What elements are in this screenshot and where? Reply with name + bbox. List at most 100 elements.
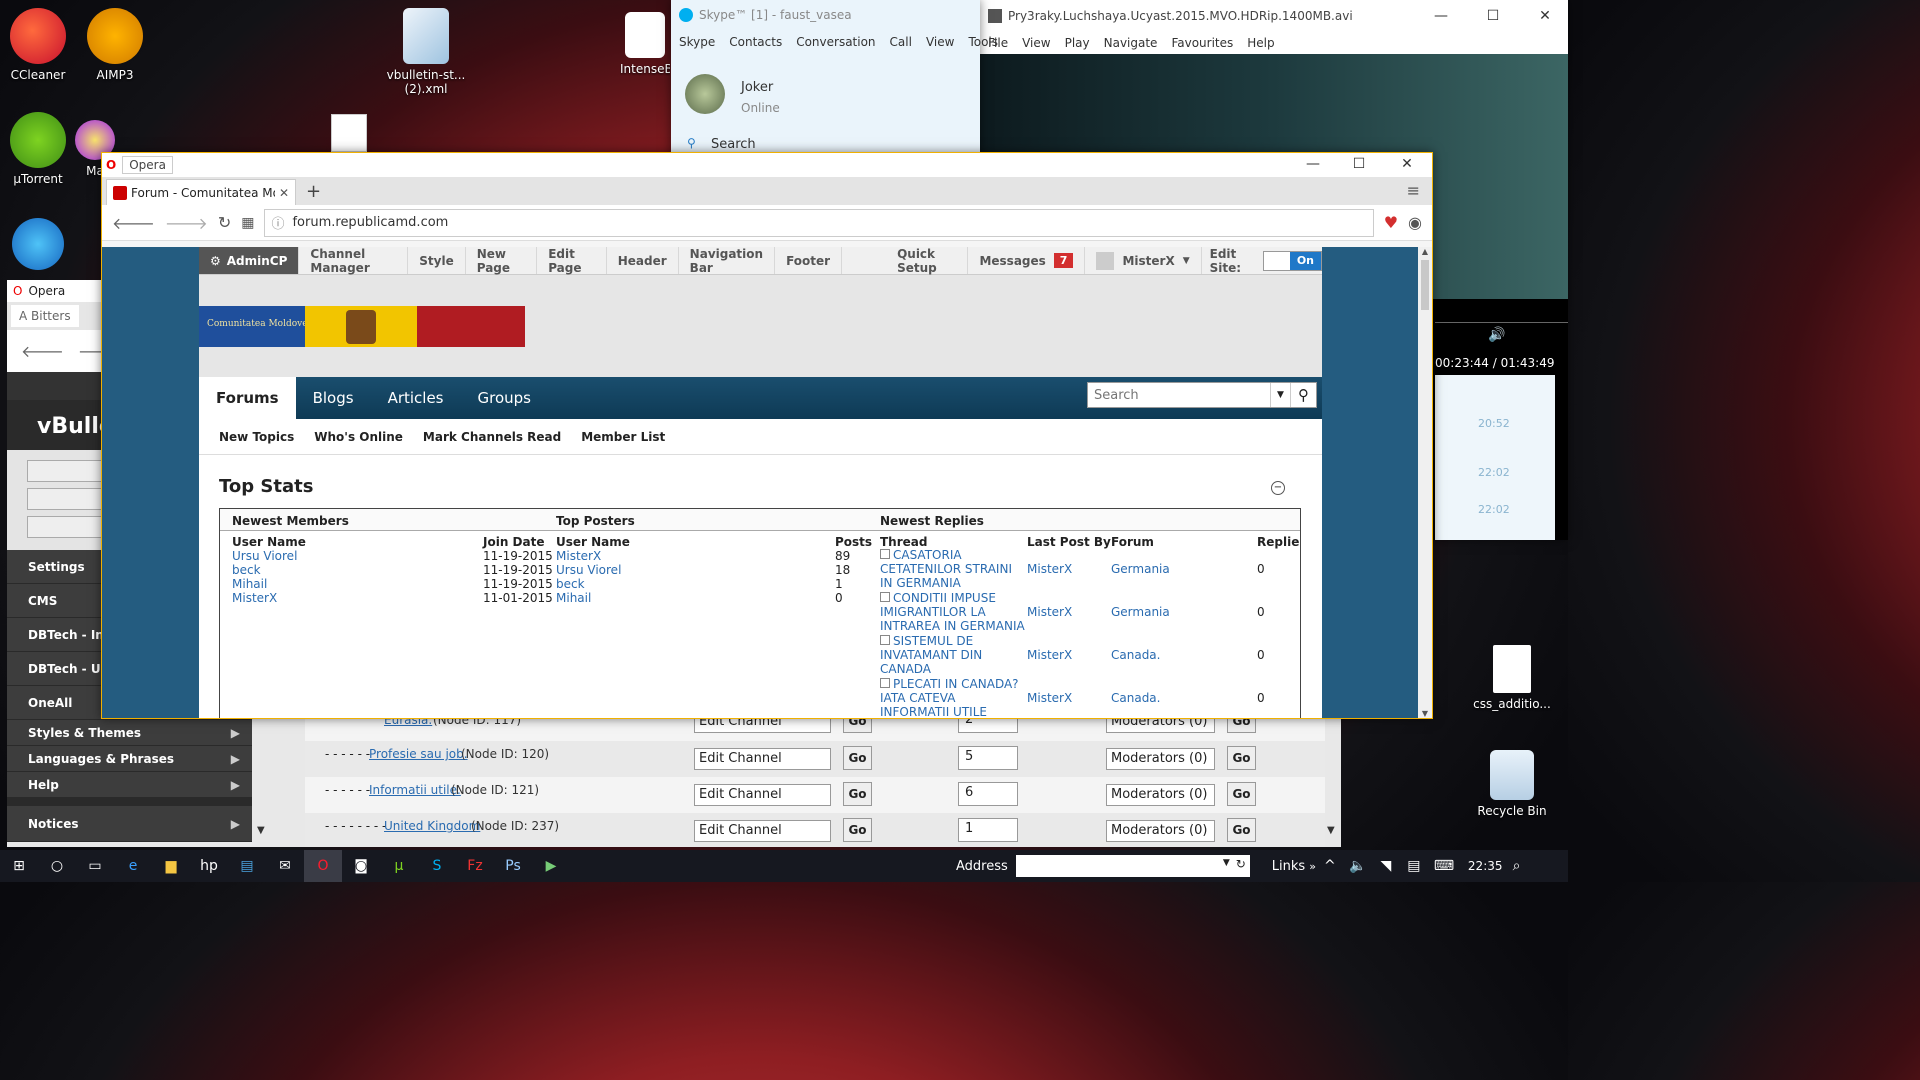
volume-icon[interactable]: 🔊 xyxy=(1488,327,1505,343)
admin-style[interactable]: Style xyxy=(408,247,466,274)
maximize-icon[interactable]: ☐ xyxy=(1336,156,1382,172)
skype-menu-skype[interactable]: Skype xyxy=(679,35,715,49)
links-toolbar-label[interactable]: Links xyxy=(1272,859,1305,874)
skype-search[interactable]: Search xyxy=(711,137,756,152)
member-link[interactable]: Mihail xyxy=(232,577,267,591)
admin-edit-page[interactable]: Edit Page xyxy=(537,247,607,275)
desktop-icon-bolt[interactable] xyxy=(12,218,64,270)
last-post-link[interactable]: MisterX xyxy=(1027,648,1072,662)
forum-link[interactable]: Germania xyxy=(1111,562,1170,576)
close-icon[interactable]: ✕ xyxy=(1384,156,1430,172)
minimize-icon[interactable]: — xyxy=(1418,8,1464,24)
opera-main-window[interactable]: O Opera — ☐ ✕ Forum - Comunitatea Mol ✕ … xyxy=(101,152,1433,719)
avatar[interactable] xyxy=(685,74,725,114)
calculator-icon[interactable]: ▤ xyxy=(228,850,266,882)
hp-icon[interactable]: hp xyxy=(190,850,228,882)
tab-forums[interactable]: Forums xyxy=(199,377,296,419)
player-menu-help[interactable]: Help xyxy=(1247,36,1274,50)
member-link[interactable]: beck xyxy=(232,563,261,577)
thread-link[interactable]: CONDITII IMPUSE IMIGRANTILOR LA INTRAREA I… xyxy=(880,591,1026,633)
mail-icon[interactable]: ✉ xyxy=(266,850,304,882)
admin-header[interactable]: Header xyxy=(607,247,679,274)
back-icon[interactable]: 🡐 xyxy=(21,341,64,361)
collapse-icon[interactable]: − xyxy=(1271,481,1285,495)
desktop-icon-recycle-bin[interactable]: Recycle Bin xyxy=(1472,750,1552,818)
admin-footer[interactable]: Footer xyxy=(775,247,843,274)
tab-forum[interactable]: Forum - Comunitatea Mol ✕ xyxy=(106,179,296,205)
admin-messages[interactable]: Messages 7 xyxy=(968,247,1086,274)
close-icon[interactable]: ✕ xyxy=(1522,8,1568,24)
admin-navigation-bar[interactable]: Navigation Bar xyxy=(679,247,776,275)
skype-taskbar-icon[interactable]: S xyxy=(418,850,456,882)
tab-blogs[interactable]: Blogs xyxy=(296,377,371,419)
url-field[interactable]: ⓘ forum.republicamd.com xyxy=(264,208,1374,237)
media-icon[interactable]: ◙ xyxy=(342,850,380,882)
back-scrollbar-up-icon[interactable]: ▼ xyxy=(257,825,265,836)
moderators-select[interactable]: Moderators (0) xyxy=(1106,820,1215,842)
display-order-input[interactable]: 5 xyxy=(958,746,1018,770)
back-scrollbar-down-icon[interactable]: ▼ xyxy=(1327,825,1335,836)
channel-action-select[interactable]: Edit Channel xyxy=(694,784,831,806)
heart-icon[interactable]: ♥ xyxy=(1384,213,1398,232)
poster-link[interactable]: MisterX xyxy=(556,549,601,563)
channel-action-select[interactable]: Edit Channel xyxy=(694,748,831,770)
skype-menu-conversation[interactable]: Conversation xyxy=(796,35,875,49)
subnav-new-topics[interactable]: New Topics xyxy=(219,430,294,444)
page-scrollbar[interactable]: ▲ ▼ xyxy=(1418,247,1432,718)
skype-menu-call[interactable]: Call xyxy=(890,35,912,49)
player-menu-view[interactable]: View xyxy=(1022,36,1050,50)
site-logo[interactable]: Comunitatea Moldovenilor xyxy=(199,306,525,347)
forum-link[interactable]: Canada. xyxy=(1111,691,1160,705)
clock[interactable]: 22:35 xyxy=(1468,859,1503,873)
moderators-select[interactable]: Moderators (0) xyxy=(1106,784,1215,806)
edge-icon[interactable]: e xyxy=(114,850,152,882)
display-order-input[interactable]: 1 xyxy=(958,818,1018,842)
show-desktop-icon[interactable]: ⌕ xyxy=(1503,850,1531,882)
last-post-link[interactable]: MisterX xyxy=(1027,562,1072,576)
menu-icon[interactable]: ≡ xyxy=(1407,181,1420,200)
go-button[interactable]: Go xyxy=(1227,818,1256,842)
desktop-icon-aimp3[interactable]: AIMP3 xyxy=(75,8,155,82)
skype-menu-view[interactable]: View xyxy=(926,35,954,49)
user-menu[interactable]: MisterX ▼ xyxy=(1085,247,1202,274)
admin-new-page[interactable]: New Page xyxy=(466,247,538,275)
tray-expand-icon[interactable]: ^ xyxy=(1316,850,1344,882)
desktop-icon-utorrent[interactable]: µTorrent xyxy=(0,112,78,186)
chevron-down-icon[interactable]: ▼ xyxy=(1223,858,1230,868)
admincp-button[interactable]: ⚙ AdminCP xyxy=(199,247,300,274)
forum-link[interactable]: Germania xyxy=(1111,605,1170,619)
desktop-icon-ccleaner[interactable]: CCleaner xyxy=(0,8,78,82)
go-button[interactable]: Go xyxy=(1227,746,1256,770)
minimize-icon[interactable]: — xyxy=(1290,156,1336,172)
poster-link[interactable]: beck xyxy=(556,577,585,591)
skype-window[interactable]: Skype™ [1] - faust_vasea Skype Contacts … xyxy=(671,0,998,160)
desktop-icon-intenseb[interactable]: IntenseB xyxy=(620,12,670,76)
desktop-icon-css-addition[interactable]: css_additio... xyxy=(1472,645,1552,711)
channel-link[interactable]: Informatii utile. xyxy=(369,783,461,797)
display-order-input[interactable]: 6 xyxy=(958,782,1018,806)
filezilla-icon[interactable]: Fz xyxy=(456,850,494,882)
thread-link[interactable]: CASATORIA CETATENILOR STRAINI IN GERMANIA xyxy=(880,548,1026,590)
subnav-member-list[interactable]: Member List xyxy=(581,430,665,444)
member-link[interactable]: MisterX xyxy=(232,591,277,605)
search-input[interactable] xyxy=(1088,383,1270,407)
start-icon[interactable]: ⊞ xyxy=(0,850,38,882)
last-post-link[interactable]: MisterX xyxy=(1027,605,1072,619)
go-button[interactable]: Go xyxy=(1227,782,1256,806)
scroll-up-icon[interactable]: ▲ xyxy=(1418,247,1432,256)
maximize-icon[interactable]: ☐ xyxy=(1470,8,1516,24)
keyboard-icon[interactable]: ⌨ xyxy=(1428,850,1460,882)
explorer-icon[interactable]: ▆ xyxy=(152,850,190,882)
reload-icon[interactable]: ↻ xyxy=(218,213,231,232)
new-tab-icon[interactable]: + xyxy=(296,181,331,205)
edit-site-toggle[interactable]: On xyxy=(1262,250,1322,271)
account-icon[interactable]: ◉ xyxy=(1408,213,1422,232)
channel-link[interactable]: Profesie sau job. xyxy=(369,747,468,761)
poster-link[interactable]: Ursu Viorel xyxy=(556,563,621,577)
forward-icon[interactable]: 🡒 xyxy=(165,213,208,233)
admin-quick-setup[interactable]: Quick Setup xyxy=(886,247,969,275)
go-button[interactable]: Go xyxy=(843,746,872,770)
video-player-taskbar-icon[interactable]: ▶ xyxy=(532,850,570,882)
thread-link[interactable]: SISTEMUL DE INVATAMANT DIN CANADA xyxy=(880,634,1026,676)
sidebar-item-languages[interactable]: Languages & Phrases ▶ xyxy=(7,746,252,772)
